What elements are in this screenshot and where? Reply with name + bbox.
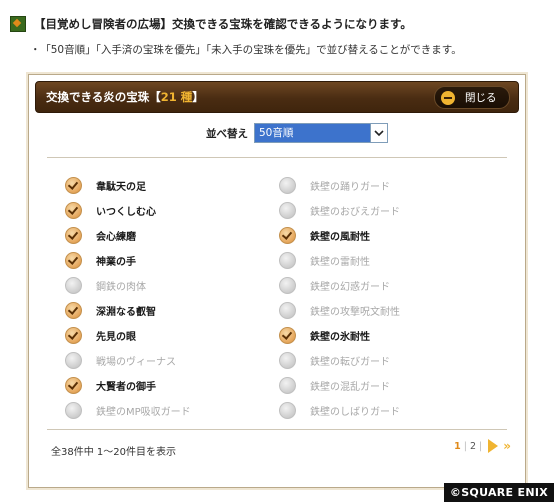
unowned-circle-icon bbox=[279, 352, 296, 369]
unowned-circle-icon bbox=[65, 352, 82, 369]
owned-check-icon bbox=[65, 327, 82, 344]
orb-list-item: 会心練磨 bbox=[65, 223, 191, 248]
orb-name: 鉄壁の雷耐性 bbox=[310, 257, 370, 268]
feature-note: ・「50音順」「入手済の宝珠を優先」「未入手の宝珠を優先」で並び替えることができ… bbox=[30, 42, 462, 57]
note-bullet: ・ bbox=[30, 44, 41, 56]
close-button[interactable]: 閉じる bbox=[434, 86, 510, 109]
owned-check-icon bbox=[65, 177, 82, 194]
copyright: ©SQUARE ENIX bbox=[443, 483, 554, 502]
orb-name: 先見の眼 bbox=[96, 332, 136, 343]
sort-selected-value: 50音順 bbox=[255, 124, 370, 142]
owned-check-icon bbox=[65, 202, 82, 219]
header: 【目覚めし冒険者の広場】交換できる宝珠を確認できるようになります。 bbox=[10, 15, 412, 33]
orb-name: 韋駄天の足 bbox=[96, 182, 146, 193]
orb-list-item: 先見の眼 bbox=[65, 323, 191, 348]
last-page-icon[interactable]: » bbox=[503, 439, 511, 453]
unowned-circle-icon bbox=[65, 402, 82, 419]
orb-list-item: 鉄壁の風耐性 bbox=[279, 223, 400, 248]
orb-list-item: 鉄壁の幻惑ガード bbox=[279, 273, 400, 298]
orb-name: 鉄壁のMP吸収ガード bbox=[96, 407, 191, 418]
panel-titlebar: 交換できる炎の宝珠【21 種】 閉じる bbox=[35, 81, 519, 113]
orb-list-item: 鉄壁の踊りガード bbox=[279, 173, 400, 198]
orb-name: 大賢者の御手 bbox=[96, 382, 156, 393]
orb-name: 鉄壁の踊りガード bbox=[310, 182, 390, 193]
owned-check-icon bbox=[65, 252, 82, 269]
chevron-down-icon[interactable] bbox=[370, 124, 387, 142]
orb-name: 鉄壁のしばりガード bbox=[310, 407, 400, 418]
orb-list-item: 鉄壁の転びガード bbox=[279, 348, 400, 373]
orb-list-right: 鉄壁の踊りガード 鉄壁のおびえガード 鉄壁の風耐性 鉄壁の雷耐性鉄壁の幻惑ガード 鉄壁の… bbox=[279, 173, 400, 423]
close-button-label: 閉じる bbox=[465, 92, 497, 104]
orb-list-item: 鉄壁の混乱ガード bbox=[279, 373, 400, 398]
note-text: 「50音順」「入手済の宝珠を優先」「未入手の宝珠を優先」で並び替えることができま… bbox=[45, 44, 462, 56]
orb-name: 鉄壁のおびえガード bbox=[310, 207, 400, 218]
unowned-circle-icon bbox=[279, 277, 296, 294]
orb-list-item: 鉄壁の攻撃呪文耐性 bbox=[279, 298, 400, 323]
next-page-icon[interactable] bbox=[488, 439, 499, 453]
orb-name: 鉄壁の転びガード bbox=[310, 357, 390, 368]
owned-check-icon bbox=[279, 327, 296, 344]
orb-name: 鉄壁の氷耐性 bbox=[310, 332, 370, 343]
unowned-circle-icon bbox=[279, 377, 296, 394]
orb-list-item: 鉄壁の雷耐性 bbox=[279, 248, 400, 273]
divider-top bbox=[47, 157, 507, 158]
page-separator: | bbox=[479, 440, 483, 452]
divider-bottom bbox=[47, 429, 507, 430]
sort-row: 並べ替え 50音順 bbox=[29, 123, 525, 143]
result-summary: 全38件中 1～20件目を表示 bbox=[51, 447, 176, 458]
sort-select[interactable]: 50音順 bbox=[254, 123, 388, 143]
page-link[interactable]: 1 bbox=[452, 441, 463, 452]
orb-list-item: 深淵なる叡智 bbox=[65, 298, 191, 323]
orb-name: 鉄壁の攻撃呪文耐性 bbox=[310, 307, 400, 318]
orb-exchange-panel: 交換できる炎の宝珠【21 種】 閉じる 並べ替え 50音順 韋駄天の足いつくしむ… bbox=[28, 74, 526, 488]
pagination: 1 | 2 | » bbox=[452, 439, 511, 453]
orb-name: 鉄壁の幻惑ガード bbox=[310, 282, 390, 293]
orb-list-item: 鉄壁のMP吸収ガード bbox=[65, 398, 191, 423]
orb-name: 戦場のヴィーナス bbox=[96, 357, 176, 368]
minus-circle-icon bbox=[441, 90, 455, 105]
unowned-circle-icon bbox=[65, 277, 82, 294]
panel-title: 交換できる炎の宝珠【21 種】 bbox=[46, 89, 204, 105]
orb-list-left: 韋駄天の足いつくしむ心 会心練磨神業の手鋼鉄の肉体深淵なる叡智 先見の眼戦場のヴィー… bbox=[65, 173, 191, 423]
orb-list-item: 鉄壁のおびえガード bbox=[279, 198, 400, 223]
orb-count: 21 種 bbox=[160, 90, 193, 104]
orb-name: 深淵なる叡智 bbox=[96, 307, 156, 318]
orb-list-item: 韋駄天の足 bbox=[65, 173, 191, 198]
unowned-circle-icon bbox=[279, 302, 296, 319]
orb-list-item: 戦場のヴィーナス bbox=[65, 348, 191, 373]
diamond-icon bbox=[10, 16, 26, 32]
unowned-circle-icon bbox=[279, 252, 296, 269]
orb-name: 鋼鉄の肉体 bbox=[96, 282, 146, 293]
orb-name: 鉄壁の混乱ガード bbox=[310, 382, 390, 393]
owned-check-icon bbox=[65, 377, 82, 394]
panel-title-suffix: 】 bbox=[192, 90, 204, 104]
unowned-circle-icon bbox=[279, 402, 296, 419]
sort-label: 並べ替え bbox=[206, 127, 248, 140]
orb-name: 神業の手 bbox=[96, 257, 136, 268]
orb-list-item: 鉄壁の氷耐性 bbox=[279, 323, 400, 348]
page-link[interactable]: 2 bbox=[468, 441, 478, 452]
orb-name: 会心練磨 bbox=[96, 232, 136, 243]
owned-check-icon bbox=[65, 227, 82, 244]
orb-list-item: 鋼鉄の肉体 bbox=[65, 273, 191, 298]
orb-list-item: いつくしむ心 bbox=[65, 198, 191, 223]
orb-list-item: 大賢者の御手 bbox=[65, 373, 191, 398]
owned-check-icon bbox=[279, 227, 296, 244]
orb-name: 鉄壁の風耐性 bbox=[310, 232, 370, 243]
unowned-circle-icon bbox=[279, 202, 296, 219]
orb-list-item: 神業の手 bbox=[65, 248, 191, 273]
orb-list-item: 鉄壁のしばりガード bbox=[279, 398, 400, 423]
orb-name: いつくしむ心 bbox=[96, 207, 156, 218]
page-separator: | bbox=[463, 440, 467, 452]
panel-title-prefix: 交換できる炎の宝珠【 bbox=[46, 90, 161, 104]
unowned-circle-icon bbox=[279, 177, 296, 194]
owned-check-icon bbox=[65, 302, 82, 319]
header-title: 【目覚めし冒険者の広場】交換できる宝珠を確認できるようになります。 bbox=[34, 17, 412, 31]
